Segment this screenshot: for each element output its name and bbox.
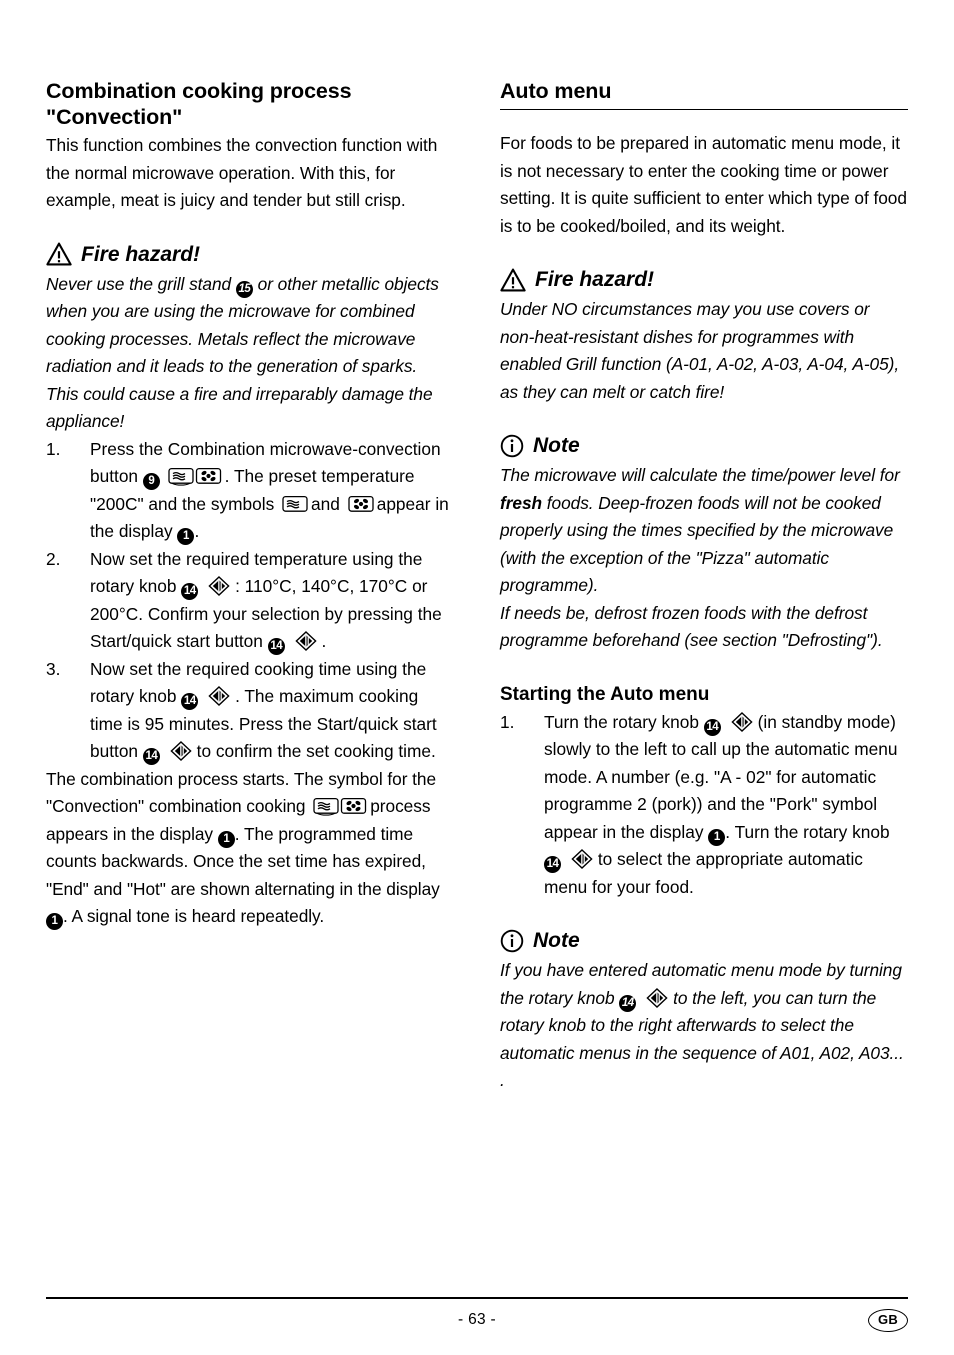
component-badge-14: 14 [267, 638, 285, 655]
combination-closing-text: The combination process starts. The symb… [46, 766, 454, 931]
step2-text-part3: . [321, 631, 327, 651]
component-badge-14: 14 [181, 583, 199, 600]
microwave-waves-icon [282, 495, 308, 514]
combination-intro-text: This function combines the convection fu… [46, 135, 438, 210]
step-text: Now set the required temperature using t… [90, 546, 454, 656]
component-badge-1: 1 [708, 828, 726, 846]
component-badge-14: 14 [619, 994, 637, 1012]
rotary-knob-icon [730, 711, 753, 732]
rotary-knob-icon [646, 987, 668, 1008]
step-text: Turn the rotary knob 14 (in standby mode… [544, 709, 908, 902]
list-item: 1. Press the Combination microwave-conve… [46, 436, 454, 546]
note-heading-1: Note [500, 433, 908, 458]
component-badge-15: 15 [235, 280, 253, 298]
note-heading-2: Note [500, 928, 908, 953]
page-number: - 63 - [458, 1311, 496, 1328]
component-badge-14: 14 [181, 693, 199, 710]
fire-hazard-text-left-part2: or other metallic objects when you are u… [46, 273, 439, 432]
component-badge-1: 1 [217, 830, 235, 848]
step1-text-part5: . [194, 521, 200, 541]
note-text-1: The microwave will calculate the time/po… [500, 462, 908, 655]
rotary-knob-icon [208, 686, 230, 706]
info-circle-icon [500, 929, 524, 953]
auto-menu-steps-list: 1. Turn the rotary knob 14 (in standby m… [500, 709, 908, 902]
note-label-1: Note [533, 434, 580, 457]
right-column: Auto menu For foods to be prepared in au… [500, 78, 908, 1095]
auto-step1-part3: . Turn the rotary knob [725, 821, 890, 842]
closing-part4: . A signal tone is heard repeatedly. [63, 906, 325, 926]
step-text: Press the Combination microwave-convecti… [90, 436, 454, 546]
microwave-convection-combination-icon [168, 467, 222, 486]
fire-hazard-label-right: Fire hazard! [535, 268, 655, 291]
page-title-auto-menu: Auto menu [500, 78, 908, 110]
fire-hazard-heading-right: Fire hazard! [500, 267, 908, 292]
note-label-2: Note [533, 929, 580, 952]
combination-steps-list: 1. Press the Combination microwave-conve… [46, 436, 454, 766]
rotary-knob-icon [571, 849, 593, 869]
country-code-badge: GB [868, 1309, 908, 1332]
step3-text-part3: to confirm the set cooking time. [196, 741, 436, 761]
component-badge-14: 14 [544, 856, 561, 873]
step-number: 1. [500, 711, 515, 732]
component-badge-1: 1 [177, 528, 195, 545]
fire-hazard-text-right: Under NO circumstances may you use cover… [500, 299, 900, 402]
component-badge-14: 14 [142, 748, 160, 765]
note-text-2: If you have entered automatic menu mode … [500, 957, 908, 1095]
rotary-knob-icon [208, 576, 230, 596]
subsection-title-starting-auto-menu: Starting the Auto menu [500, 683, 710, 705]
auto-step1-part1: Turn the rotary knob [544, 711, 699, 732]
manual-page: Combination cooking process "Convection"… [0, 0, 954, 1355]
component-badge-14: 14 [703, 718, 721, 736]
rotary-knob-icon [170, 741, 192, 761]
step-number: 2. [46, 548, 61, 569]
microwave-convection-combination-icon [313, 797, 367, 816]
rotary-knob-icon [294, 631, 317, 651]
component-badge-1: 1 [46, 913, 63, 930]
fire-hazard-heading-left: Fire hazard! [46, 242, 454, 267]
step-number: 3. [46, 658, 61, 679]
note1-part3: If needs be, defrost frozen foods with t… [500, 602, 883, 651]
warning-triangle-icon [46, 242, 72, 266]
note1-part1: The microwave will calculate the time/po… [500, 465, 900, 485]
fire-hazard-label-left: Fire hazard! [81, 242, 201, 266]
info-circle-icon [500, 434, 524, 458]
fire-hazard-text-left: Never use the grill stand 15 or other me… [46, 271, 454, 436]
note1-part2: foods. Deep-frozen foods will not be coo… [500, 492, 894, 596]
step-text: Now set the required cooking time using … [90, 656, 454, 766]
component-badge-9: 9 [142, 473, 160, 490]
warning-triangle-icon [500, 268, 526, 292]
step-number: 1. [46, 438, 61, 459]
note1-bold-word: fresh [500, 492, 543, 513]
list-item: 3. Now set the required cooking time usi… [46, 656, 454, 766]
page-title-combination-cooking: Combination cooking process "Convection" [46, 79, 352, 129]
fire-hazard-text-left-part1: Never use the grill stand [46, 273, 232, 294]
two-column-layout: Combination cooking process "Convection"… [46, 78, 908, 1095]
left-column: Combination cooking process "Convection"… [46, 78, 454, 1095]
auto-menu-intro-text: For foods to be prepared in automatic me… [500, 133, 907, 236]
list-item: 1. Turn the rotary knob 14 (in standby m… [500, 709, 908, 902]
convection-fan-icon [348, 495, 374, 514]
list-item: 2. Now set the required temperature usin… [46, 546, 454, 656]
footer-divider [46, 1297, 908, 1299]
step1-text-part3: and [311, 493, 340, 514]
